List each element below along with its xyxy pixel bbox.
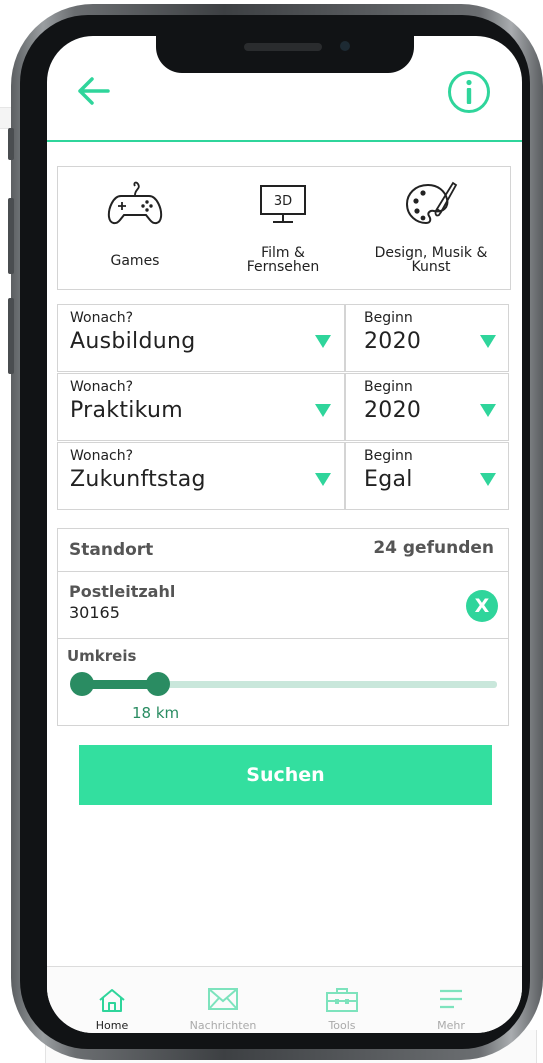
type-dropdown[interactable]: Wonach? Ausbildung <box>57 304 345 372</box>
app-screen: Games 3D Film & Fernsehen Design, Musik … <box>47 36 522 1033</box>
search-button[interactable]: Suchen <box>79 745 492 805</box>
radius-value: 18 km <box>132 704 180 722</box>
mute-switch <box>8 128 14 160</box>
arrow-left-icon[interactable] <box>77 76 111 106</box>
dropdown-arrow-icon <box>315 473 331 486</box>
category-games[interactable]: Games <box>60 167 210 289</box>
filter-row: Wonach? Ausbildung Beginn 2020 <box>57 304 509 372</box>
dropdown-arrow-icon <box>315 335 331 348</box>
phone-camera <box>340 41 350 51</box>
start-dropdown[interactable]: Beginn 2020 <box>345 373 509 441</box>
dropdown-arrow-icon <box>480 404 496 417</box>
phone-notch <box>156 31 414 73</box>
filter-row: Wonach? Zukunftstag Beginn Egal <box>57 442 509 510</box>
svg-text:3D: 3D <box>274 194 292 209</box>
envelope-icon <box>208 988 238 1010</box>
category-label: Games <box>110 253 160 269</box>
radius-label: Umkreis <box>67 647 137 665</box>
category-design[interactable]: Design, Musik & Kunst <box>356 167 506 289</box>
dropdown-arrow-icon <box>315 404 331 417</box>
category-panel: Games 3D Film & Fernsehen Design, Musik … <box>57 166 511 290</box>
start-dropdown[interactable]: Beginn Egal <box>345 442 509 510</box>
home-icon <box>99 989 125 1012</box>
start-label: Beginn <box>364 379 413 395</box>
start-value: 2020 <box>364 329 422 354</box>
radius-slider-min-handle[interactable] <box>70 672 94 696</box>
bottom-nav: Home Nachrichten Tools Mehr <box>47 966 522 1033</box>
toolbox-icon <box>326 988 358 1012</box>
postcode-label: Postleitzahl <box>69 582 176 601</box>
dropdown-arrow-icon <box>480 335 496 348</box>
location-panel: Standort 24 gefunden Postleitzahl 30165 … <box>57 528 509 726</box>
category-label-line1: Design, Musik & <box>374 245 488 261</box>
nav-label: Mehr <box>437 1019 465 1032</box>
results-count: 24 gefunden <box>373 538 494 558</box>
type-value: Ausbildung <box>70 329 196 354</box>
category-film[interactable]: 3D Film & Fernsehen <box>208 167 358 289</box>
start-value: 2020 <box>364 398 422 423</box>
info-circle-icon[interactable] <box>447 70 491 114</box>
menu-icon <box>440 989 462 1009</box>
postcode-value[interactable]: 30165 <box>69 603 120 622</box>
filter-row: Wonach? Praktikum Beginn 2020 <box>57 373 509 441</box>
type-dropdown[interactable]: Wonach? Zukunftstag <box>57 442 345 510</box>
type-dropdown[interactable]: Wonach? Praktikum <box>57 373 345 441</box>
phone-speaker <box>244 43 322 51</box>
type-value: Praktikum <box>70 398 184 423</box>
volume-down-button <box>8 298 14 374</box>
nav-label: Tools <box>328 1019 356 1032</box>
start-label: Beginn <box>364 448 413 464</box>
clear-icon[interactable]: X <box>466 590 498 622</box>
palette-icon <box>405 181 458 225</box>
3d-monitor-icon: 3D <box>260 185 306 223</box>
header-divider <box>47 140 522 142</box>
location-title: Standort <box>69 540 154 560</box>
volume-up-button <box>8 198 14 274</box>
nav-label: Nachrichten <box>189 1019 257 1032</box>
start-label: Beginn <box>364 310 413 326</box>
category-label-line1: Film & <box>261 245 305 261</box>
type-label: Wonach? <box>70 448 134 464</box>
type-value: Zukunftstag <box>70 467 206 492</box>
gamepad-icon <box>107 181 163 225</box>
nav-label: Home <box>95 1019 129 1032</box>
type-label: Wonach? <box>70 310 134 326</box>
nav-more[interactable]: Mehr <box>396 967 506 1033</box>
nav-home[interactable]: Home <box>57 967 167 1033</box>
category-label-line2: Fernsehen <box>246 259 320 275</box>
start-value: Egal <box>364 467 413 492</box>
nav-tools[interactable]: Tools <box>287 967 397 1033</box>
radius-slider-handle[interactable] <box>146 672 170 696</box>
start-dropdown[interactable]: Beginn 2020 <box>345 304 509 372</box>
nav-messages[interactable]: Nachrichten <box>168 967 278 1033</box>
dropdown-arrow-icon <box>480 473 496 486</box>
postcode-field[interactable]: Postleitzahl 30165 X <box>58 572 508 639</box>
location-header: Standort 24 gefunden <box>58 529 508 572</box>
category-label-line2: Kunst <box>411 259 451 275</box>
type-label: Wonach? <box>70 379 134 395</box>
